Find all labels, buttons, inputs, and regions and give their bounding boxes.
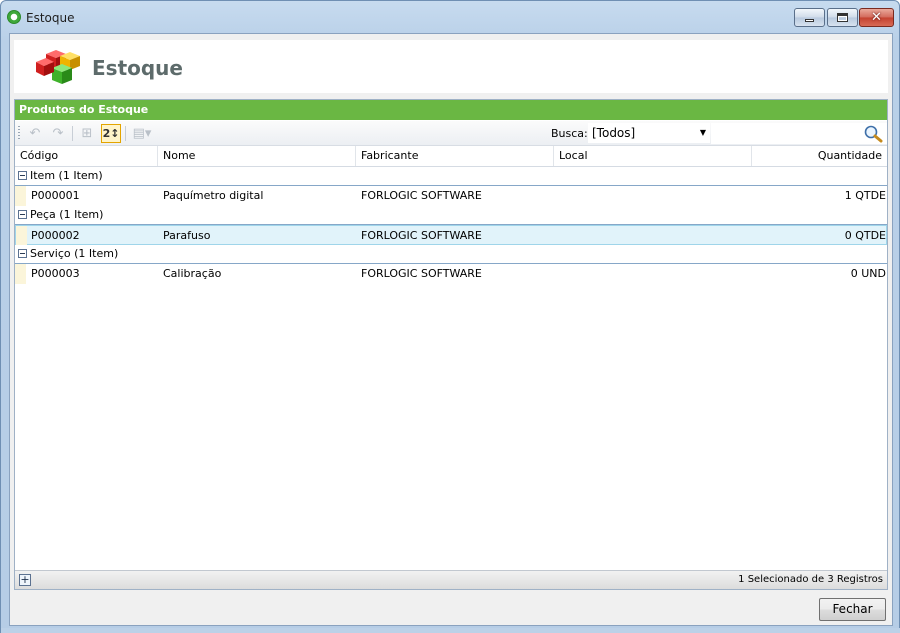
close-icon: ✕ xyxy=(871,10,882,25)
window: Estoque ✕ Estoque Produtos do Estoque ↶ … xyxy=(0,0,900,633)
toolbar-separator xyxy=(125,126,126,141)
toolbar-separator xyxy=(72,126,73,141)
collapse-icon[interactable] xyxy=(18,210,27,219)
redo-icon[interactable]: ↷ xyxy=(48,124,68,143)
cell-codigo: P000001 xyxy=(31,189,80,202)
group-label: Item (1 Item) xyxy=(30,169,103,182)
collapse-icon[interactable] xyxy=(18,171,27,180)
form-header: Estoque xyxy=(14,40,888,93)
row-indent xyxy=(15,186,26,206)
minimize-button[interactable] xyxy=(794,8,825,27)
search-icon[interactable] xyxy=(863,124,883,143)
row-indent xyxy=(16,226,27,246)
cell-fabricante: FORLOGIC SOFTWARE xyxy=(361,267,482,280)
cell-nome: Parafuso xyxy=(163,229,211,242)
column-header-local[interactable]: Local xyxy=(554,146,752,166)
table-row[interactable]: P000001 Paquímetro digital FORLOGIC SOFT… xyxy=(15,186,887,206)
cell-codigo: P000003 xyxy=(31,267,80,280)
expand-all-button[interactable]: + xyxy=(19,574,31,586)
grid-header: Código Nome Fabricante Local Quantidade xyxy=(15,146,887,167)
busca-select[interactable]: [Todos] ▼ xyxy=(588,123,710,143)
cell-quantidade: 1 QTDE xyxy=(844,189,886,202)
hierarchy-icon[interactable]: ⊞ xyxy=(77,124,97,143)
collapse-icon[interactable] xyxy=(18,249,27,258)
page-title: Estoque xyxy=(92,56,183,80)
undo-icon[interactable]: ↶ xyxy=(25,124,45,143)
cell-nome: Calibração xyxy=(163,267,222,280)
column-header-fabricante[interactable]: Fabricante xyxy=(356,146,554,166)
busca-label: Busca: xyxy=(551,127,588,140)
table-row-selected[interactable]: P000002 Parafuso FORLOGIC SOFTWARE 0 QTD… xyxy=(15,225,887,246)
stock-boxes-icon xyxy=(36,50,80,84)
group-label: Peça (1 Item) xyxy=(30,208,104,221)
toolbar-grip[interactable] xyxy=(18,126,20,141)
cell-quantidade: 0 UND xyxy=(850,267,886,280)
fechar-button[interactable]: Fechar xyxy=(819,598,886,621)
products-panel: Produtos do Estoque ↶ ↷ ⊞ 2↕ ▤▾ Busca: [… xyxy=(14,99,888,590)
app-icon xyxy=(7,10,21,24)
cell-codigo: P000002 xyxy=(31,229,80,242)
group-row-servico[interactable]: Serviço (1 Item) xyxy=(15,245,887,264)
search-input[interactable] xyxy=(711,123,887,144)
chevron-down-icon: ▼ xyxy=(699,128,706,137)
toolbar: ↶ ↷ ⊞ 2↕ ▤▾ Busca: [Todos] ▼ xyxy=(15,121,887,146)
client-area: Estoque Produtos do Estoque ↶ ↷ ⊞ 2↕ ▤▾ … xyxy=(9,33,893,626)
busca-value: [Todos] xyxy=(592,126,636,140)
cell-fabricante: FORLOGIC SOFTWARE xyxy=(361,189,482,202)
sort-icon[interactable]: 2↕ xyxy=(101,124,121,143)
column-header-codigo[interactable]: Código xyxy=(15,146,158,166)
row-indent xyxy=(15,264,26,284)
cell-fabricante: FORLOGIC SOFTWARE xyxy=(361,229,482,242)
table-row[interactable]: P000003 Calibração FORLOGIC SOFTWARE 0 U… xyxy=(15,264,887,284)
export-dropdown-icon[interactable]: ▤▾ xyxy=(129,124,155,143)
maximize-button[interactable] xyxy=(827,8,858,27)
close-button[interactable]: ✕ xyxy=(859,8,894,27)
maximize-icon xyxy=(837,13,848,22)
window-title: Estoque xyxy=(26,11,75,25)
group-label: Serviço (1 Item) xyxy=(30,247,119,260)
title-bar[interactable]: Estoque ✕ xyxy=(1,1,899,33)
group-row-item[interactable]: Item (1 Item) xyxy=(15,167,887,186)
status-text: 1 Selecionado de 3 Registros xyxy=(738,574,883,585)
window-bottom-border xyxy=(1,628,900,633)
grid-status-bar: + 1 Selecionado de 3 Registros xyxy=(15,570,887,589)
column-header-quantidade[interactable]: Quantidade xyxy=(752,146,887,166)
column-header-nome[interactable]: Nome xyxy=(158,146,356,166)
cell-quantidade: 0 QTDE xyxy=(844,229,886,242)
panel-title: Produtos do Estoque xyxy=(15,100,887,120)
minimize-icon xyxy=(805,19,814,22)
cell-nome: Paquímetro digital xyxy=(163,189,264,202)
group-row-peca[interactable]: Peça (1 Item) xyxy=(15,206,887,225)
